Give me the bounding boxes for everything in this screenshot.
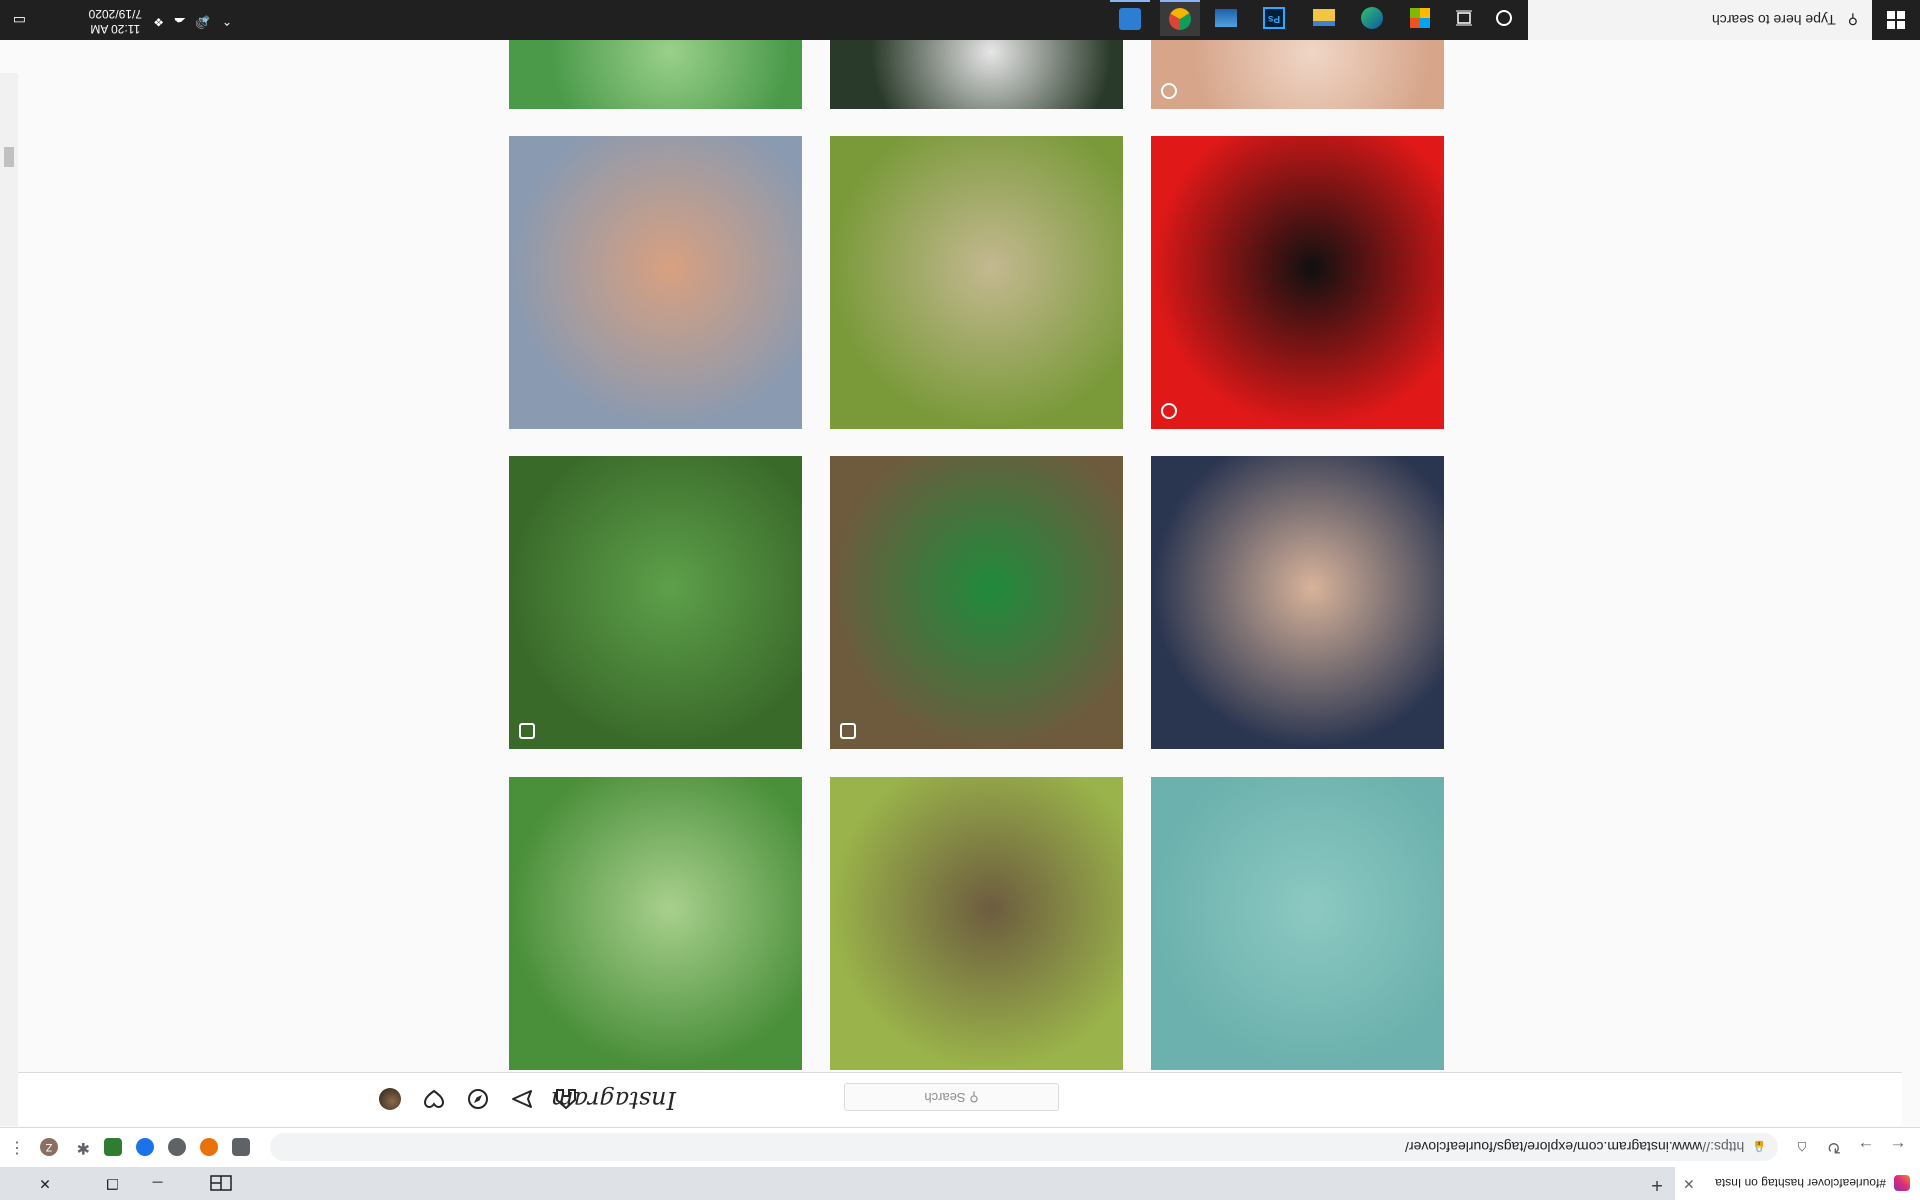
post-thumbnail[interactable] <box>1151 456 1444 749</box>
post-thumbnail[interactable] <box>830 136 1123 429</box>
post-thumbnail[interactable] <box>509 777 802 1070</box>
video-icon <box>1161 83 1177 99</box>
post-thumbnail[interactable] <box>1151 777 1444 1070</box>
home-icon[interactable]: ⌂ <box>1788 1133 1816 1161</box>
tab-title: #fourleafclover hashtag on Insta <box>1715 1176 1886 1191</box>
carousel-icon <box>840 723 856 739</box>
network-icon[interactable]: ☁ <box>174 15 186 29</box>
post-thumbnail[interactable] <box>830 456 1123 749</box>
speaker-icon[interactable]: 🔊 <box>195 15 210 29</box>
lock-icon: 🔒 <box>1752 1140 1766 1153</box>
search-icon: ⚲ <box>969 1090 979 1105</box>
taskbar-search-input[interactable]: ⚲ Type here to search <box>1528 0 1872 40</box>
file-explorer-icon[interactable] <box>1304 0 1344 36</box>
browser-tab-strip: #fourleafclover hashtag on Insta ✕ + ─ ❐… <box>0 1167 1920 1200</box>
edge-browser-icon[interactable] <box>1352 0 1392 36</box>
app-icon[interactable] <box>1110 0 1150 36</box>
video-icon <box>1161 403 1177 419</box>
extension-icon[interactable] <box>232 1138 250 1156</box>
clock-time: 11:20 AM <box>90 22 141 36</box>
clock-date: 7/19/2020 <box>88 7 142 21</box>
close-tab-icon[interactable]: ✕ <box>1675 1175 1695 1192</box>
close-window-button[interactable]: ✕ <box>0 1167 90 1200</box>
browser-toolbar: ← → ↻ ⌂ 🔒 https://www.instagram.com/expl… <box>0 1127 1920 1167</box>
extension-icon[interactable] <box>168 1138 186 1156</box>
windows-start-icon[interactable] <box>1872 0 1920 40</box>
cortana-circle-icon[interactable] <box>1484 0 1524 36</box>
url-scheme: https:// <box>1702 1139 1745 1155</box>
extension-icon[interactable] <box>200 1138 218 1156</box>
reload-icon[interactable]: ↻ <box>1820 1133 1848 1161</box>
profile-avatar[interactable]: Z <box>40 1138 58 1156</box>
instagram-favicon-icon <box>1894 1175 1910 1192</box>
photos-app-icon[interactable] <box>1206 0 1246 36</box>
profile-avatar[interactable] <box>378 1087 402 1111</box>
clock[interactable]: 11:20 AM 7/19/2020 <box>89 6 142 36</box>
notification-icon[interactable]: ▭ <box>13 12 26 29</box>
home-nav-icon[interactable] <box>554 1087 578 1111</box>
new-tab-button[interactable]: + <box>1646 1173 1668 1196</box>
activity-heart-icon[interactable] <box>422 1087 446 1111</box>
extensions-puzzle-icon[interactable]: ✱ <box>72 1138 90 1156</box>
screen-root: #fourleafclover hashtag on Insta ✕ + ─ ❐… <box>0 0 1920 1200</box>
post-thumbnail[interactable] <box>1151 136 1444 429</box>
instagram-header: Instagram ⚲ Search <box>0 1072 1902 1126</box>
chevron-up-icon[interactable]: ⌃ <box>222 14 232 28</box>
forward-icon[interactable]: → <box>1852 1133 1880 1161</box>
microsoft-store-icon[interactable] <box>1400 0 1440 36</box>
search-input[interactable]: ⚲ Search <box>844 1083 1059 1111</box>
system-tray: ⌃ 🔊 ☁ ❖ 11:20 AM 7/19/2020 ▭ <box>0 0 240 40</box>
address-bar[interactable]: 🔒 https://www.instagram.com/explore/tags… <box>270 1133 1778 1161</box>
search-icon: ⚲ <box>1847 12 1858 29</box>
search-placeholder: Search <box>924 1090 966 1105</box>
post-thumbnail[interactable] <box>830 777 1123 1070</box>
menu-icon[interactable]: ⋮ <box>8 1138 26 1156</box>
task-view-icon[interactable] <box>1444 0 1484 36</box>
url-text: www.instagram.com/explore/tags/fourleafc… <box>1405 1139 1703 1155</box>
chrome-icon[interactable] <box>1160 0 1200 36</box>
post-thumbnail[interactable] <box>509 456 802 749</box>
scrollbar-thumb[interactable] <box>4 147 14 167</box>
back-icon[interactable]: ← <box>1884 1133 1912 1161</box>
explore-compass-icon[interactable] <box>466 1087 490 1111</box>
extension-icon[interactable] <box>104 1138 122 1156</box>
post-thumbnail[interactable] <box>509 136 802 429</box>
minimize-button[interactable]: ─ <box>135 1167 180 1200</box>
photoshop-icon[interactable]: Ps <box>1254 0 1294 36</box>
browser-tab[interactable]: #fourleafclover hashtag on Insta ✕ <box>1675 1167 1920 1200</box>
extension-icon[interactable] <box>136 1138 154 1156</box>
carousel-icon <box>519 723 535 739</box>
direct-message-icon[interactable] <box>510 1087 534 1111</box>
restore-button[interactable]: ❐ <box>90 1167 135 1200</box>
vertical-scrollbar[interactable] <box>0 73 18 1126</box>
dropbox-icon[interactable]: ❖ <box>153 15 164 29</box>
windows-taskbar: ⚲ Type here to search Ps ⌃ 🔊 ☁ ❖ 11:20 A… <box>0 0 1920 40</box>
snap-layout-icon[interactable] <box>196 1167 246 1200</box>
taskbar-search-placeholder: Type here to search <box>1711 12 1836 28</box>
